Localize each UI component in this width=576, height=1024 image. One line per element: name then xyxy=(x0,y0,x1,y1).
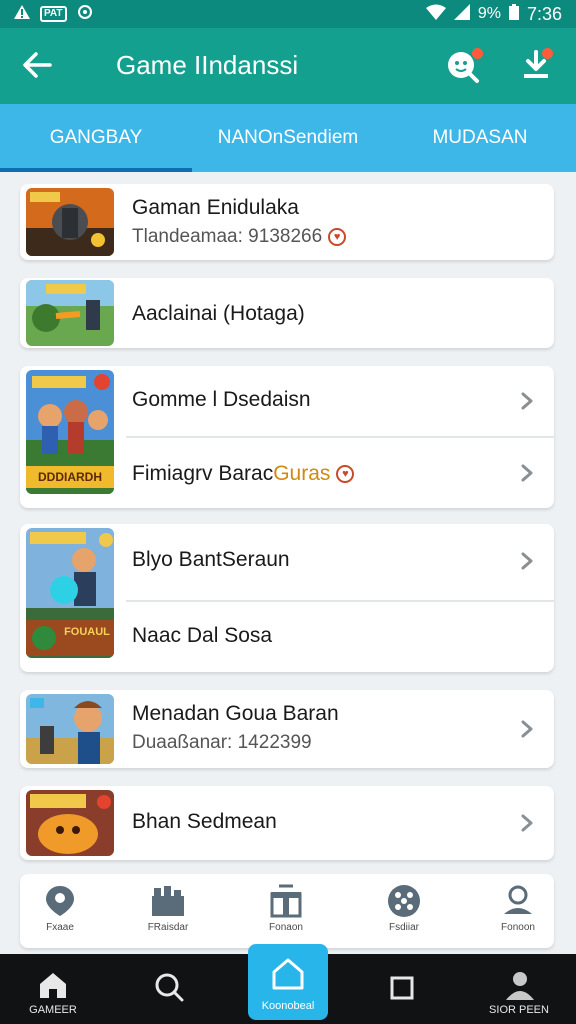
warning-icon xyxy=(14,5,30,23)
search-icon xyxy=(155,973,184,1002)
subnav-item-fsdiiar[interactable]: Fsdiiar xyxy=(364,884,444,933)
battery-icon xyxy=(508,3,519,25)
list-item[interactable]: Gomme l Dsedaisn xyxy=(20,366,554,436)
status-bar: PAT 9% 7:36 xyxy=(0,0,576,28)
tab-gangbay[interactable]: GANGBAY xyxy=(0,104,192,172)
list-item[interactable]: Gaman Enidulaka Tlandeamaa: 9138266 ♥ xyxy=(20,184,554,260)
item-title: Menadan Goua Baran xyxy=(132,702,339,725)
bottom-navigation: GAMEER Koonobeal SIOR PEEN xyxy=(0,944,576,1024)
gift-icon xyxy=(270,884,302,918)
home-outline-icon xyxy=(272,958,304,990)
subnav-item-fonaon[interactable]: Fonaon xyxy=(246,884,326,933)
list-item[interactable]: Menadan Goua Baran Duaaßanar: 1422399 xyxy=(20,690,554,768)
list-group: DDDIARDH Gomme l Dsedaisn Fimiagrv Barac… xyxy=(20,366,554,508)
item-title: Fimiagrv BaracGuras ♥ xyxy=(132,462,355,486)
chevron-right-icon xyxy=(521,392,533,410)
list-group: FOUAUL Blyo BantSeraun Naac Dal Sosa xyxy=(20,524,554,672)
item-title: Aaclainai (Hotaga) xyxy=(132,302,305,325)
battery-level: 9% xyxy=(477,5,501,22)
square-icon xyxy=(390,976,414,1000)
home-icon xyxy=(40,973,66,998)
item-subtitle: Tlandeamaa: 9138266 ♥ xyxy=(132,226,347,248)
download-icon[interactable] xyxy=(516,46,556,86)
subnav-item-fraisdar[interactable]: FRaisdar xyxy=(128,884,208,933)
heart-icon: ♥ xyxy=(336,465,355,484)
nav-item-square[interactable] xyxy=(356,954,446,1024)
item-title: Bhan Sedmean xyxy=(132,810,277,833)
person-icon xyxy=(506,972,534,1000)
game-thumbnail xyxy=(26,790,114,856)
sub-navigation: Fxaae FRaisdar Fonaon Fsdiiar Fonoon xyxy=(20,874,554,948)
chevron-right-icon xyxy=(521,464,533,482)
arrow-left-icon[interactable] xyxy=(20,48,54,82)
item-title: Blyo BantSeraun xyxy=(132,548,290,571)
page-title: Game IIndanssi xyxy=(116,50,299,80)
nav-item-search[interactable] xyxy=(124,954,214,1024)
search-icon[interactable] xyxy=(444,46,484,86)
subnav-item-fxaae[interactable]: Fxaae xyxy=(20,884,100,933)
signal-icon xyxy=(453,3,470,25)
grid-blocks-icon xyxy=(152,886,184,916)
title-highlight: Guras xyxy=(273,462,331,485)
chevron-right-icon xyxy=(521,814,533,832)
item-title: Gomme l Dsedaisn xyxy=(132,388,311,411)
tab-bar: GANGBAY NANOnSendiem MUDASAN xyxy=(0,104,576,172)
tab-mudasan[interactable]: MUDASAN xyxy=(384,104,576,172)
list-item[interactable]: Blyo BantSeraun xyxy=(20,524,554,598)
game-thumbnail xyxy=(26,188,114,256)
user-icon xyxy=(504,885,532,914)
game-thumbnail xyxy=(26,280,114,346)
nav-item-profile[interactable]: SIOR PEEN xyxy=(474,954,564,1024)
list-item[interactable]: Fimiagrv BaracGuras ♥ xyxy=(20,438,554,508)
item-subtitle: Duaaßanar: 1422399 xyxy=(132,732,312,753)
item-title: Gaman Enidulaka xyxy=(132,196,299,219)
clock: 7:36 xyxy=(526,3,562,24)
sim-icon: PAT xyxy=(40,6,67,22)
list-item[interactable]: Aaclainai (Hotaga) xyxy=(20,278,554,348)
heart-icon: ♥ xyxy=(328,227,347,246)
app-bar: Game IIndanssi xyxy=(0,28,576,104)
list-item[interactable]: Bhan Sedmean xyxy=(20,786,554,860)
tab-nanonsendiem[interactable]: NANOnSendiem xyxy=(192,104,384,172)
nav-item-gameer[interactable]: GAMEER xyxy=(8,954,98,1024)
nav-item-home[interactable]: Koonobeal xyxy=(248,944,328,1020)
item-title: Naac Dal Sosa xyxy=(132,624,273,647)
sync-icon xyxy=(77,4,93,24)
subnav-item-fonoon[interactable]: Fonoon xyxy=(478,884,558,933)
wifi-icon xyxy=(425,4,446,25)
settings-dots-icon xyxy=(388,885,420,917)
chevron-right-icon xyxy=(521,552,533,570)
chevron-right-icon xyxy=(521,720,533,738)
game-thumbnail xyxy=(26,694,114,764)
list-item[interactable]: Naac Dal Sosa xyxy=(20,602,554,672)
location-pin-icon xyxy=(46,886,74,916)
